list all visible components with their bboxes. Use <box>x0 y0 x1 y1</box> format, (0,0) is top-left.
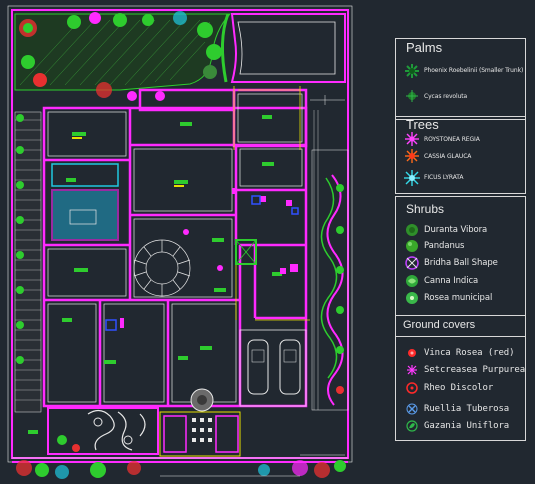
legend-shrubs-label-2: Bridha Ball Shape <box>424 258 498 268</box>
structural-grid <box>233 86 310 321</box>
groundcover-dot-icon <box>404 346 420 360</box>
legend-trees-panel: Trees ROYSTONEA REGIA CASSIA GLAUCA FICU… <box>395 116 526 194</box>
shrub-ball-icon <box>404 256 420 270</box>
legend-groundcovers-label-4: Gazania Uniflora <box>424 421 510 431</box>
pool-court <box>220 13 346 83</box>
legend-groundcovers-label-1: Setcreasea Purpurea <box>424 365 526 375</box>
tree-starburst-orange-icon <box>404 149 420 163</box>
right-garden-strip <box>311 110 349 411</box>
palm-star-icon <box>404 63 420 78</box>
legend-shrubs-item-2: Bridha Ball Shape <box>404 256 498 270</box>
house-walls <box>42 88 308 408</box>
spiral-staircase <box>133 239 191 297</box>
legend-trees-title: Trees <box>406 117 439 132</box>
legend-trees-label-2: FICUS LYRATA <box>424 173 464 181</box>
legend-groundcovers-item-3: Ruellia Tuberosa <box>404 402 509 416</box>
bathroom-blue <box>51 163 119 241</box>
shrub-round-icon <box>404 223 420 237</box>
legend-groundcovers-item-1: Setcreasea Purpurea <box>404 363 525 377</box>
legend-shrubs-label-1: Pandanus <box>424 241 465 251</box>
legend-shrubs-item-1: Pandanus <box>404 239 464 253</box>
legend-shrubs-title: Shrubs <box>406 202 445 216</box>
legend-groundcovers-title-divider <box>396 336 525 337</box>
legend-trees-label-1: CASSIA GLAUCA <box>424 152 472 160</box>
legend-palms-item-0: Phoenix Roebelinii (Smaller Trunk) <box>404 63 524 78</box>
bottom-boundary <box>12 457 348 479</box>
legend-shrubs-item-4: Rosea municipal <box>404 291 492 305</box>
legend-groundcovers-title: Ground covers <box>403 319 476 331</box>
legend-palms-item-1: Cycas revoluta <box>404 89 467 103</box>
legend-groundcovers-item-2: Rheo Discolor <box>404 381 493 395</box>
legend-shrubs-item-3: Canna Indica <box>404 274 478 288</box>
legend-groundcovers-label-2: Rheo Discolor <box>424 383 494 393</box>
tree-starburst-magenta-icon <box>404 132 420 146</box>
legend-shrubs-panel: Shrubs Duranta Vibora Pandanus Bridha Ba… <box>395 196 526 316</box>
front-lawn <box>14 11 232 101</box>
legend-trees-item-2: FICUS LYRATA <box>404 170 464 186</box>
shrub-rose-icon <box>404 291 420 305</box>
legend-shrubs-label-4: Rosea municipal <box>424 293 493 303</box>
fixtures <box>120 188 298 328</box>
legend-shrubs-item-0: Duranta Vibora <box>404 223 487 237</box>
legend-trees-item-1: CASSIA GLAUCA <box>404 149 471 163</box>
legend-shrubs-label-0: Duranta Vibora <box>424 225 488 235</box>
shrub-leafy-icon <box>404 239 420 253</box>
groundcover-leaf-icon <box>404 419 420 433</box>
legend-shrubs-label-3: Canna Indica <box>424 276 479 286</box>
legend-groundcovers-label-3: Ruellia Tuberosa <box>424 404 510 414</box>
groundcover-cross-icon <box>404 402 420 416</box>
legend-palms-panel: Palms Phoenix Roebelinii (Smaller Trunk)… <box>395 38 526 120</box>
garage <box>239 329 307 407</box>
legend-groundcovers-item-4: Gazania Uniflora <box>404 419 509 433</box>
legend-trees-item-0: ROYSTONEA REGIA <box>404 132 480 146</box>
palm-small-icon <box>404 89 420 103</box>
legend-groundcovers-item-0: Vinca Rosea (red) <box>404 346 515 360</box>
legend-palms-title: Palms <box>406 40 443 55</box>
groundcover-ring-icon <box>404 381 420 395</box>
legend-palms-label-1: Cycas revoluta <box>424 92 468 100</box>
legend-palms-label-0: Phoenix Roebelinii (Smaller Trunk) <box>424 66 524 74</box>
groundcover-burst-icon <box>404 363 420 377</box>
legend-groundcovers-panel: Ground covers Vinca Rosea (red) Setcreas… <box>395 315 526 441</box>
entrance-garden <box>28 388 241 457</box>
legend-trees-label-0: ROYSTONEA REGIA <box>424 135 480 143</box>
legend-groundcovers-label-0: Vinca Rosea (red) <box>424 348 515 358</box>
tree-starburst-cyan-icon <box>404 170 420 186</box>
shrub-canna-icon <box>404 274 420 288</box>
side-pavement <box>14 111 42 413</box>
